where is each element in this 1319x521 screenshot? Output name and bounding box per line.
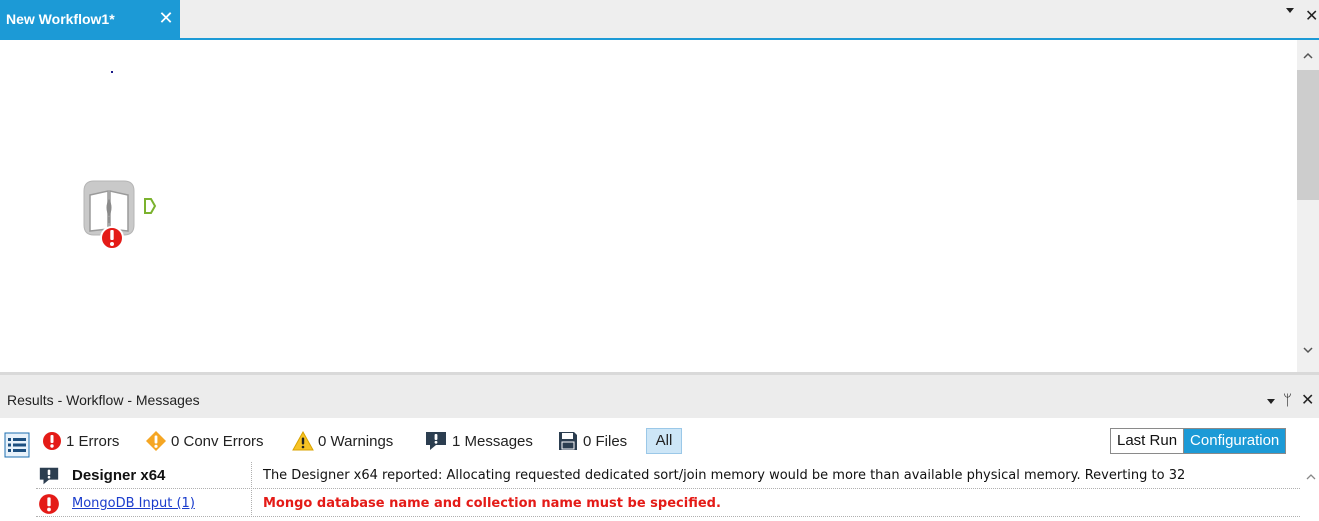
results-title: Results - Workflow - Messages: [7, 392, 200, 408]
canvas-dot: [111, 71, 113, 73]
filter-files-label: 0 Files: [583, 432, 628, 450]
message-source-link[interactable]: MongoDB Input (1): [66, 490, 252, 517]
error-icon: [43, 432, 61, 450]
filter-warnings-label: 0 Warnings: [318, 432, 394, 450]
filter-messages[interactable]: 1 Messages: [424, 430, 533, 452]
last-run-button[interactable]: Last Run: [1111, 429, 1185, 453]
message-source: Designer x64: [66, 462, 252, 489]
table-vertical-scrollbar[interactable]: [1302, 460, 1319, 521]
message-text: Mongo database name and collection name …: [263, 496, 721, 511]
document-tab-bar: New Workflow1* ✕ ✕: [0, 0, 1319, 40]
dropdown-arrow-icon[interactable]: [1283, 4, 1297, 18]
canvas-vertical-scrollbar[interactable]: [1297, 40, 1319, 372]
filter-messages-label: 1 Messages: [452, 432, 533, 450]
workflow-canvas[interactable]: [0, 40, 1297, 372]
message-text: The Designer x64 reported: Allocating re…: [263, 468, 1186, 483]
scroll-up-icon[interactable]: [1302, 50, 1314, 62]
message-filter-bar: 1 Errors 0 Conv Errors 0 Warnings 1 Mess…: [0, 418, 1319, 460]
tab-close-icon[interactable]: ✕: [157, 9, 175, 29]
filter-conv-errors-label: 0 Conv Errors: [171, 432, 264, 450]
tab-new-workflow[interactable]: New Workflow1* ✕: [0, 0, 180, 38]
filter-files[interactable]: 0 Files: [557, 430, 627, 452]
pin-icon[interactable]: ᛘ: [1283, 391, 1292, 409]
panel-menu-icon[interactable]: [1265, 395, 1277, 407]
panel-close-icon[interactable]: ✕: [1301, 390, 1314, 409]
scrollbar-thumb[interactable]: [1297, 70, 1319, 200]
results-panel-header: Results - Workflow - Messages ᛘ ✕: [0, 372, 1319, 418]
configuration-button[interactable]: Configuration: [1184, 429, 1286, 453]
list-view-icon[interactable]: [4, 432, 30, 458]
mongodb-input-tool-icon[interactable]: [78, 177, 160, 251]
error-icon: [39, 494, 59, 514]
message-icon: [426, 432, 446, 450]
message-icon: [39, 467, 59, 485]
scroll-down-icon[interactable]: [1302, 344, 1314, 356]
messages-table: Designer x64 The Designer x64 reported: …: [0, 460, 1319, 521]
scroll-up-icon[interactable]: [1305, 472, 1317, 482]
floppy-disk-icon: [559, 432, 577, 450]
filter-conv-errors[interactable]: 0 Conv Errors: [145, 430, 264, 452]
filter-errors-label: 1 Errors: [66, 432, 120, 450]
warning-icon: [292, 431, 314, 451]
filter-all-button[interactable]: All: [646, 428, 682, 454]
filter-warnings[interactable]: 0 Warnings: [292, 430, 393, 452]
filter-errors[interactable]: 1 Errors: [42, 430, 119, 452]
close-all-tabs-icon[interactable]: ✕: [1305, 6, 1319, 26]
view-toggle: Last Run Configuration: [1110, 428, 1287, 454]
conversion-error-icon: [146, 431, 166, 451]
tab-title: New Workflow1*: [6, 11, 115, 27]
table-row[interactable]: MongoDB Input (1) Mongo database name an…: [36, 490, 1300, 517]
table-row[interactable]: Designer x64 The Designer x64 reported: …: [36, 462, 1300, 489]
